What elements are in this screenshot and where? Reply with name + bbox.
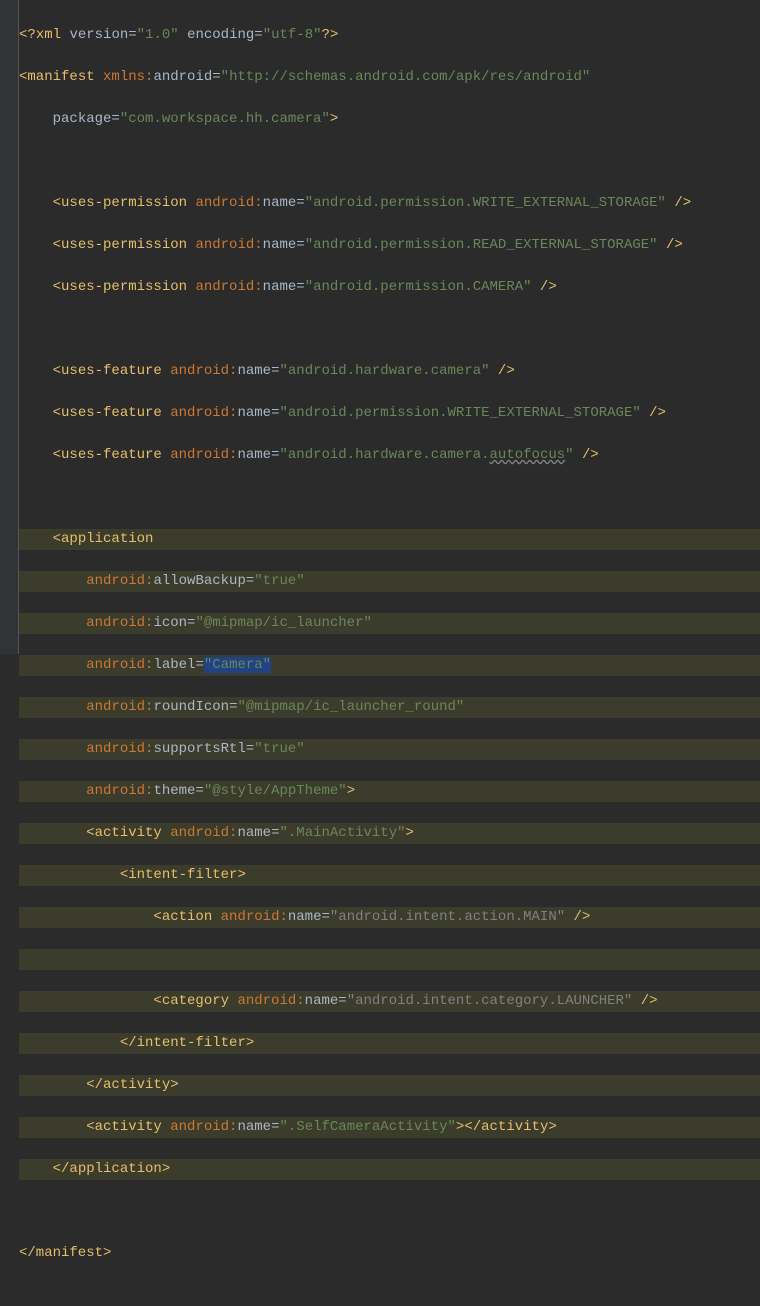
intent-action: <action android:name="android.intent.act… — [19, 907, 760, 928]
intent-category: <category android:name="android.intent.c… — [19, 991, 760, 1012]
application-open: <application — [19, 529, 760, 550]
uses-permission-3: <uses-permission android:name="android.p… — [19, 277, 760, 298]
manifest-close: </manifest> — [19, 1243, 760, 1264]
selected-text: "Camera" — [204, 657, 271, 673]
uses-permission-2: <uses-permission android:name="android.p… — [19, 235, 760, 256]
activity-main-close: </activity> — [19, 1075, 760, 1096]
manifest-package: package="com.workspace.hh.camera"> — [19, 109, 760, 130]
app-attr-roundicon: android:roundIcon="@mipmap/ic_launcher_r… — [19, 697, 760, 718]
code-area[interactable]: <?xml version="1.0" encoding="utf-8"?> <… — [19, 0, 760, 654]
code-editor[interactable]: <?xml version="1.0" encoding="utf-8"?> <… — [0, 0, 760, 654]
manifest-open: <manifest xmlns:android="http://schemas.… — [19, 67, 760, 88]
uses-feature-1: <uses-feature android:name="android.hard… — [19, 361, 760, 382]
uses-permission-1: <uses-permission android:name="android.p… — [19, 193, 760, 214]
uses-feature-3: <uses-feature android:name="android.hard… — [19, 445, 760, 466]
app-attr-allowbackup: android:allowBackup="true" — [19, 571, 760, 592]
gutter — [0, 0, 19, 654]
warning-autofocus: autofocus — [490, 447, 566, 463]
app-attr-icon: android:icon="@mipmap/ic_launcher" — [19, 613, 760, 634]
application-close: </application> — [19, 1159, 760, 1180]
app-attr-supportsrtl: android:supportsRtl="true" — [19, 739, 760, 760]
activity-main-open: <activity android:name=".MainActivity"> — [19, 823, 760, 844]
intent-filter-open: <intent-filter> — [19, 865, 760, 886]
xml-declaration: <?xml version="1.0" encoding="utf-8"?> — [19, 25, 760, 46]
uses-feature-2: <uses-feature android:name="android.perm… — [19, 403, 760, 424]
app-attr-theme: android:theme="@style/AppTheme"> — [19, 781, 760, 802]
activity-selfcamera: <activity android:name=".SelfCameraActiv… — [19, 1117, 760, 1138]
app-attr-label: android:label="Camera" — [19, 655, 760, 676]
intent-filter-close: </intent-filter> — [19, 1033, 760, 1054]
